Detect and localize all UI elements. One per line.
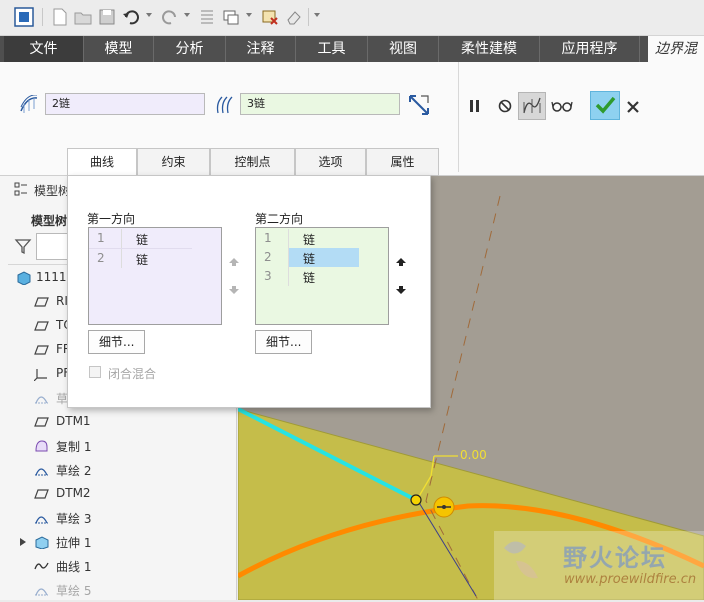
window-icon[interactable] (14, 7, 34, 27)
tree-item-label: 拉伸 1 (56, 536, 92, 550)
sketch-icon (34, 391, 49, 405)
datum-plane-icon (34, 415, 49, 429)
second-direction-list[interactable]: 1 链 2 链 3 链 (255, 227, 389, 325)
second-direction-field[interactable]: 3链 (240, 93, 400, 115)
ribbon-tab-bar: 文件 模型 分析 注释 工具 视图 柔性建模 应用程序 边界混 (0, 36, 704, 62)
second-direction-icon (214, 95, 236, 115)
expand-icon[interactable] (20, 538, 26, 546)
first-direction-field[interactable]: 2链 (45, 93, 205, 115)
list-item[interactable]: 1 链 (89, 229, 192, 248)
quick-access-toolbar (0, 0, 704, 36)
feature-preview-icon[interactable] (518, 92, 546, 120)
tab-analysis[interactable]: 分析 (154, 36, 226, 62)
tree-item[interactable]: 草绘 2 (0, 458, 237, 482)
tree-item-label: 草绘 2 (56, 464, 92, 478)
first-direction-label: 第一方向 (87, 212, 136, 226)
tree-item[interactable]: 草绘 5 (0, 578, 237, 602)
tab-annotate[interactable]: 注释 (226, 36, 296, 62)
move-down-icon[interactable] (395, 284, 407, 298)
tab-boundary-blend[interactable]: 边界混 (648, 36, 704, 62)
closed-blend-checkbox[interactable] (89, 366, 101, 378)
closed-blend-label: 闭合混合 (108, 367, 157, 381)
list-item-selected[interactable]: 2 链 (256, 248, 359, 267)
part-icon (16, 271, 31, 286)
datum-plane-icon (34, 319, 49, 333)
tab-control-points[interactable]: 控制点 (210, 148, 295, 176)
datum-plane-icon (34, 487, 49, 501)
tree-item[interactable]: 草绘 3 (0, 506, 237, 530)
new-file-icon[interactable] (50, 7, 70, 27)
tree-item-label: DTM1 (56, 414, 91, 428)
model-tree-icon (14, 182, 28, 196)
verify-glasses-icon[interactable] (551, 98, 573, 114)
move-down-icon (228, 284, 240, 298)
model-tree-subheader: 模型树 (31, 214, 68, 228)
first-direction-icon (18, 94, 40, 115)
flip-direction-icon[interactable] (407, 93, 431, 117)
tree-item[interactable]: 拉伸 1 (0, 530, 237, 554)
tab-applications[interactable]: 应用程序 (540, 36, 640, 62)
tree-item-label: 1111. (36, 270, 71, 284)
datum-plane-icon (34, 343, 49, 357)
curve-icon (34, 559, 49, 573)
model-tree-header: 模型树 (34, 184, 71, 198)
tab-tools[interactable]: 工具 (296, 36, 368, 62)
copy-icon (34, 439, 49, 453)
sketch-icon (34, 463, 49, 477)
dimension-value[interactable]: 0.00 (460, 448, 487, 462)
tab-options[interactable]: 选项 (295, 148, 366, 176)
erase-icon[interactable] (284, 7, 304, 27)
move-up-icon (228, 256, 240, 270)
move-up-icon[interactable] (395, 256, 407, 270)
sketch-icon (34, 511, 49, 525)
second-direction-label: 第二方向 (255, 212, 304, 226)
tab-properties[interactable]: 属性 (366, 148, 439, 176)
tree-item[interactable]: 复制 1 (0, 434, 237, 458)
tab-view[interactable]: 视图 (368, 36, 439, 62)
tree-item[interactable]: DTM1 (0, 410, 237, 434)
customize-toolbar-icon[interactable] (314, 13, 320, 17)
tree-item[interactable]: DTM2 (0, 482, 237, 506)
undo-dropdown-icon[interactable] (146, 13, 152, 17)
first-direction-list[interactable]: 1 链 2 链 (88, 227, 222, 325)
watermark-url: www.proewildfire.cn (564, 572, 697, 587)
open-folder-icon[interactable] (73, 7, 93, 27)
watermark-title: 野火论坛 (563, 544, 667, 572)
tab-curves[interactable]: 曲线 (67, 148, 137, 176)
cancel-icon[interactable] (626, 100, 640, 114)
csys-icon (33, 367, 49, 382)
list-item[interactable]: 3 链 (256, 267, 359, 286)
tree-item-label: 草绘 5 (56, 584, 92, 598)
second-details-button[interactable]: 细节... (255, 330, 313, 354)
redo-dropdown-icon[interactable] (184, 13, 190, 17)
tab-model[interactable]: 模型 (84, 36, 154, 62)
windows-dropdown-icon[interactable] (246, 13, 252, 17)
redo-icon[interactable] (160, 7, 180, 27)
extrude-icon (34, 535, 49, 550)
first-details-button[interactable]: 细节... (88, 330, 146, 354)
tree-item-label: DTM2 (56, 486, 91, 500)
datum-plane-icon (34, 295, 49, 309)
list-item[interactable]: 1 链 (256, 229, 359, 248)
dialog-tab-bar: 曲线 约束 控制点 选项 属性 (67, 148, 439, 176)
tree-item-label: 复制 1 (56, 440, 92, 454)
filter-icon[interactable] (14, 237, 32, 255)
tab-constraints[interactable]: 约束 (137, 148, 210, 176)
sketch-icon (34, 583, 49, 597)
tree-item[interactable]: 曲线 1 (0, 554, 237, 578)
windows-icon[interactable] (221, 7, 241, 27)
tab-flexible-modeling[interactable]: 柔性建模 (439, 36, 540, 62)
tree-item-label: 曲线 1 (56, 560, 92, 574)
pause-icon[interactable] (468, 98, 482, 114)
tree-item-label: 草绘 3 (56, 512, 92, 526)
regenerate-icon[interactable] (197, 7, 217, 27)
save-icon[interactable] (97, 7, 117, 27)
undo-icon[interactable] (121, 7, 141, 27)
curves-panel: 第一方向 1 链 2 链 细节... 第二方向 1 链 2 链 3 链 细节..… (67, 175, 431, 408)
ok-button[interactable] (590, 91, 620, 120)
tab-file[interactable]: 文件 (4, 36, 84, 62)
list-item[interactable]: 2 链 (89, 248, 192, 268)
no-preview-icon[interactable] (497, 98, 513, 114)
close-window-icon[interactable] (260, 7, 280, 27)
